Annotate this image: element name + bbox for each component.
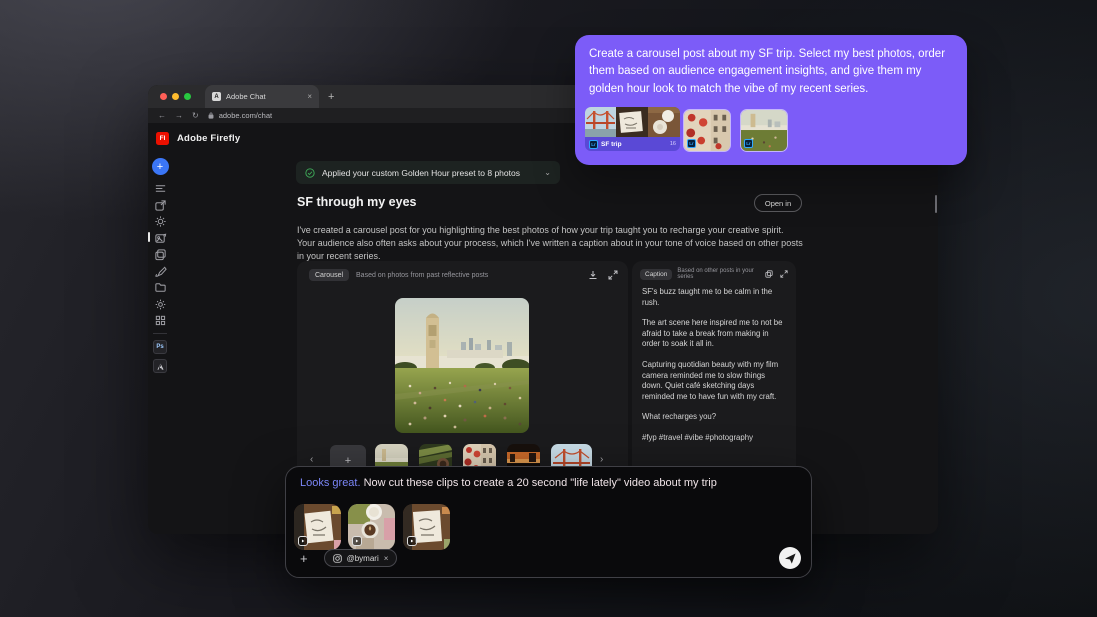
enhance-icon[interactable] [154, 215, 167, 228]
firefly-logo-icon: Fl [156, 132, 169, 145]
attachment-album-card[interactable]: Lr SF trip 16 [585, 107, 680, 151]
video-play-icon [407, 536, 417, 546]
folder-icon[interactable] [154, 281, 167, 294]
history-icon[interactable] [154, 182, 167, 195]
url-text[interactable]: adobe.com/chat [219, 111, 272, 120]
carousel-chip: Carousel [309, 269, 349, 281]
lightroom-icon: Lr [744, 139, 753, 148]
composer-highlight-text: Looks great. [300, 477, 361, 489]
add-attachment-button[interactable]: + [300, 551, 308, 566]
instagram-icon [333, 554, 342, 563]
forward-icon[interactable]: → [175, 112, 183, 120]
result-description: I've created a carousel post for you hig… [297, 224, 803, 263]
settings-icon[interactable] [154, 298, 167, 311]
carousel-next-button[interactable]: › [600, 454, 603, 465]
adobe-app-icon[interactable] [153, 359, 167, 373]
new-chat-button[interactable]: + [152, 158, 169, 175]
check-circle-icon [305, 168, 315, 178]
caption-panel: Caption Based on other posts in your ser… [632, 261, 796, 480]
photoshop-icon[interactable]: Ps [153, 340, 167, 354]
caption-paragraph: Capturing quotidian beauty with my film … [642, 360, 786, 402]
lightroom-icon: Lr [687, 139, 696, 148]
video-play-icon [298, 536, 308, 546]
download-icon[interactable] [588, 270, 598, 280]
lock-icon [208, 112, 214, 119]
back-icon[interactable]: ← [158, 112, 166, 120]
carousel-panel: Carousel Based on photos from past refle… [297, 261, 628, 480]
new-tab-button[interactable]: + [328, 91, 334, 103]
album-photo-bridge [585, 107, 616, 137]
sidebar-divider [153, 333, 167, 334]
attached-clip-sketchbook-2[interactable] [403, 504, 450, 550]
composer-rest-text: Now cut these clips to create a 20 secon… [361, 477, 717, 489]
caption-panel-header: Caption Based on other posts in your ser… [632, 261, 796, 280]
chat-composer[interactable]: Looks great. Now cut these clips to crea… [285, 466, 812, 578]
remove-handle-icon[interactable]: × [384, 554, 389, 563]
active-tool-indicator [148, 232, 150, 242]
user-prompt-text: Create a carousel post about my SF trip.… [589, 46, 953, 98]
attached-clip-sketchbook[interactable] [294, 504, 341, 550]
attachment-photo-lanterns[interactable]: Lr [683, 109, 731, 152]
chevron-down-icon[interactable]: ⌄ [544, 168, 551, 177]
desktop: A Adobe Chat × + ← → ↻ adobe.com/chat Fl… [0, 0, 1097, 617]
handle-text: @bymari [347, 554, 379, 563]
instagram-handle-chip[interactable]: @bymari × [324, 549, 398, 567]
lightroom-icon: Lr [589, 140, 598, 149]
carousel-subtitle: Based on photos from past reflective pos… [356, 272, 488, 279]
composer-input-text[interactable]: Looks great. Now cut these clips to crea… [300, 477, 717, 489]
reload-icon[interactable]: ↻ [192, 112, 199, 120]
page-title: SF through my eyes [297, 195, 416, 209]
layers-icon[interactable] [154, 248, 167, 261]
caption-paragraph: What recharges you? [642, 412, 786, 423]
carousel-prev-button[interactable]: ‹ [310, 454, 313, 465]
share-icon[interactable] [154, 199, 167, 212]
composer-toolbar: + @bymari × [300, 547, 801, 569]
tab-favicon-icon: A [212, 92, 221, 101]
minimize-window-button[interactable] [172, 93, 179, 100]
caption-chip: Caption [640, 269, 672, 280]
attachment-photo-park[interactable]: Lr [740, 109, 788, 152]
user-prompt-bubble: Create a carousel post about my SF trip.… [575, 35, 967, 165]
open-in-button[interactable]: Open in [754, 194, 802, 212]
close-window-button[interactable] [160, 93, 167, 100]
apps-icon[interactable] [154, 314, 167, 327]
tab-title: Adobe Chat [226, 92, 302, 101]
carousel-panel-header: Carousel Based on photos from past refle… [297, 261, 628, 281]
status-text: Applied your custom Golden Hour preset t… [322, 168, 537, 178]
app-name: Adobe Firefly [177, 133, 240, 144]
left-sidebar: + Ps [148, 153, 172, 534]
attached-clip-coffee[interactable] [348, 504, 395, 550]
send-icon [785, 553, 796, 564]
carousel-main-photo[interactable] [395, 298, 529, 433]
zoom-window-button[interactable] [184, 93, 191, 100]
video-play-icon [352, 536, 362, 546]
expand-icon[interactable] [780, 270, 788, 278]
scrollbar[interactable] [935, 195, 937, 213]
window-controls [160, 93, 191, 100]
caption-subtitle: Based on other posts in your series [677, 268, 760, 280]
copy-icon[interactable] [765, 270, 773, 278]
caption-paragraph: #fyp #travel #vibe #photography [642, 433, 786, 444]
caption-text: SF's buzz taught me to be calm in the ru… [632, 280, 796, 444]
browser-tab[interactable]: A Adobe Chat × [205, 85, 319, 108]
brush-icon[interactable] [154, 265, 167, 278]
album-count-badge: 16 [670, 141, 676, 147]
album-photo-sketch [616, 107, 648, 137]
caption-paragraph: The art scene here inspired me to not be… [642, 318, 786, 350]
album-photo-plates [648, 107, 680, 137]
expand-icon[interactable] [608, 270, 618, 280]
send-button[interactable] [779, 547, 801, 569]
album-label-bar: Lr SF trip 16 [585, 137, 680, 151]
status-chip[interactable]: Applied your custom Golden Hour preset t… [296, 161, 560, 184]
caption-paragraph: SF's buzz taught me to be calm in the ru… [642, 287, 786, 308]
image-export-icon[interactable] [154, 232, 167, 245]
tab-close-icon[interactable]: × [307, 92, 312, 101]
album-collage [585, 107, 680, 137]
album-title: SF trip [601, 141, 622, 148]
